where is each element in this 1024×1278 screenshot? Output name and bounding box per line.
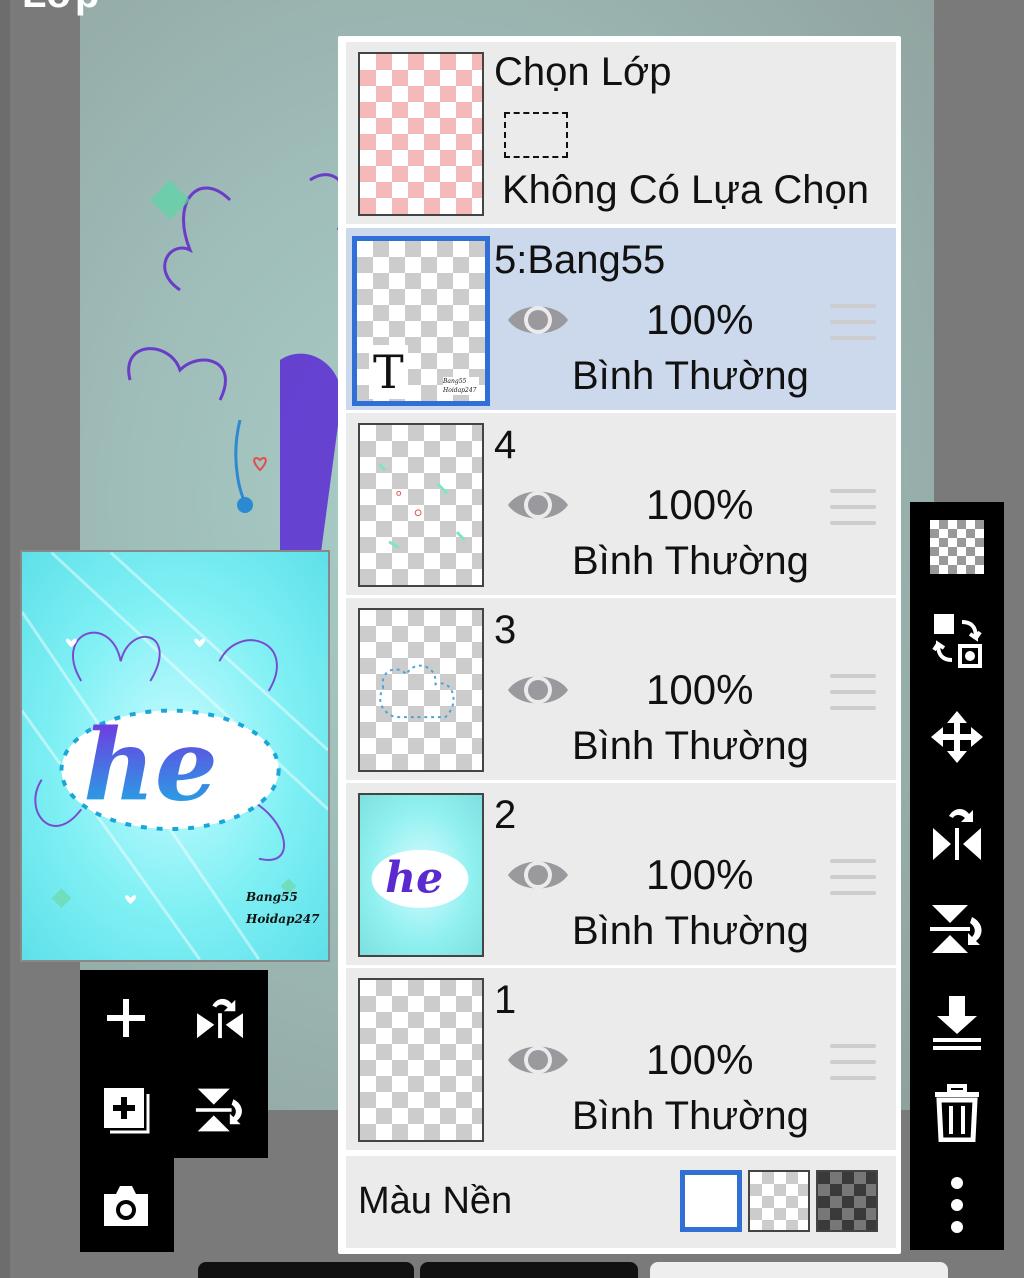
more-icon[interactable] — [926, 1174, 988, 1236]
flip-horizontal-icon[interactable] — [926, 802, 988, 864]
thumb-art — [379, 664, 455, 719]
bg-transparent-swatch[interactable] — [748, 1170, 810, 1232]
screen-title: Lớp — [22, 0, 99, 17]
drag-handle-icon[interactable] — [830, 859, 876, 895]
thumb-art: he — [371, 849, 469, 908]
left-edge — [0, 0, 10, 1278]
bg-dark-checker-swatch[interactable] — [816, 1170, 878, 1232]
layer-name: 4 — [494, 423, 517, 467]
layer-opacity[interactable]: 100% — [646, 851, 753, 899]
transparency-checker-icon[interactable] — [926, 516, 988, 578]
flip-horizontal-icon[interactable] — [190, 988, 250, 1048]
layer-opacity[interactable]: 100% — [646, 296, 753, 344]
visibility-eye-icon[interactable] — [506, 668, 570, 712]
background-color-row: Màu Nền — [346, 1156, 896, 1248]
svg-text:he: he — [385, 853, 443, 903]
selection-status: Không Có Lựa Chọn — [502, 168, 870, 212]
layer-row[interactable]: 3 100% Bình Thường — [346, 598, 896, 780]
layer-opacity[interactable]: 100% — [646, 1036, 753, 1084]
selection-title: Chọn Lớp — [494, 50, 672, 94]
preview-art-text: he — [83, 707, 218, 823]
watermark-line1: Bang55 — [246, 890, 298, 904]
selection-row[interactable]: Chọn Lớp Không Có Lựa Chọn — [346, 42, 896, 224]
bottom-tab[interactable] — [198, 1262, 414, 1278]
flip-vertical-icon[interactable] — [926, 898, 988, 960]
watermark-line2: Hoidap247 — [246, 912, 320, 926]
layer-thumbnail: T Bang55 Hoidap247 — [352, 236, 490, 406]
bottom-tab[interactable] — [420, 1262, 638, 1278]
visibility-eye-icon[interactable] — [506, 853, 570, 897]
layer-name: 5:Bang55 — [494, 238, 666, 282]
layer-row[interactable]: 4 100% Bình Thường — [346, 413, 896, 595]
layer-row[interactable]: he 2 100% Bình Thường — [346, 783, 896, 965]
layer-name: 2 — [494, 793, 517, 837]
layer-thumbnail — [358, 423, 484, 587]
layer-thumbnail — [358, 608, 484, 772]
left-toolbar — [80, 970, 268, 1158]
drag-handle-icon[interactable] — [830, 674, 876, 710]
drag-handle-icon[interactable] — [830, 1044, 876, 1080]
layer-swap-icon[interactable] — [926, 610, 988, 672]
layer-blend-mode[interactable]: Bình Thường — [572, 354, 809, 399]
layer-blend-mode[interactable]: Bình Thường — [572, 1094, 809, 1139]
selection-thumbnail — [358, 52, 484, 216]
layer-name: 1 — [494, 978, 517, 1022]
add-copy-layer-icon[interactable] — [96, 1080, 156, 1140]
canvas-artwork — [127, 173, 349, 560]
left-toolbar-lower — [80, 1158, 174, 1252]
layer-blend-mode[interactable]: Bình Thường — [572, 909, 809, 954]
text-layer-icon: T — [369, 345, 408, 399]
drag-handle-icon[interactable] — [830, 489, 876, 525]
move-icon[interactable] — [926, 706, 988, 768]
background-color-label: Màu Nền — [358, 1180, 513, 1222]
canvas-preview[interactable]: he Bang55 Hoidap247 — [20, 550, 330, 962]
layer-blend-mode[interactable]: Bình Thường — [572, 724, 809, 769]
flip-vertical-icon[interactable] — [190, 1080, 250, 1140]
trash-icon[interactable] — [926, 1082, 988, 1144]
layer-row[interactable]: T Bang55 Hoidap247 5:Bang55 100% Bình Th… — [346, 228, 896, 410]
bg-white-swatch[interactable] — [680, 1170, 742, 1232]
thumb-watermark: Bang55 Hoidap247 — [443, 377, 479, 395]
camera-icon[interactable] — [96, 1176, 156, 1236]
bottom-tab[interactable] — [650, 1262, 948, 1278]
layer-row[interactable]: 1 100% Bình Thường — [346, 968, 896, 1150]
layer-blend-mode[interactable]: Bình Thường — [572, 539, 809, 584]
layer-opacity[interactable]: 100% — [646, 666, 753, 714]
visibility-eye-icon[interactable] — [506, 298, 570, 342]
right-toolbar — [910, 502, 1004, 1250]
drag-handle-icon[interactable] — [830, 304, 876, 340]
merge-down-icon[interactable] — [926, 992, 988, 1054]
layer-thumbnail: he — [358, 793, 484, 957]
thumb-art — [378, 463, 466, 549]
selection-marquee-icon — [504, 112, 568, 158]
visibility-eye-icon[interactable] — [506, 1038, 570, 1082]
add-layer-icon[interactable] — [96, 988, 156, 1048]
layer-thumbnail — [358, 978, 484, 1142]
visibility-eye-icon[interactable] — [506, 483, 570, 527]
layer-name: 3 — [494, 608, 517, 652]
layer-opacity[interactable]: 100% — [646, 481, 753, 529]
